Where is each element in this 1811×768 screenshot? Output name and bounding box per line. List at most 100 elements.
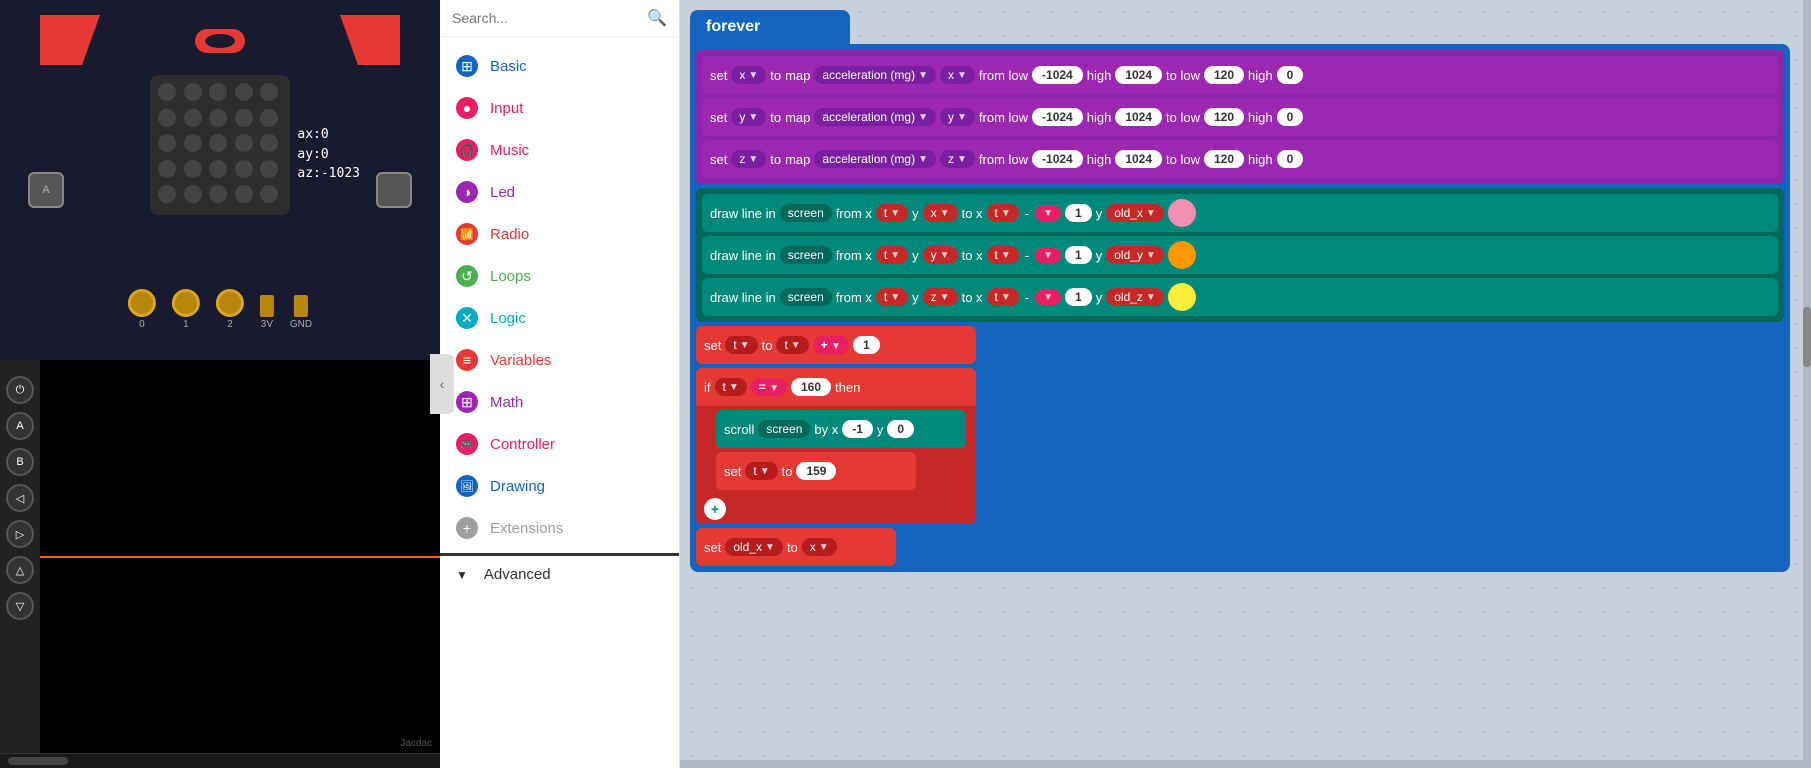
set-t-plus-block[interactable]: set t ▼ to t ▼ + ▼ 1 [696,326,976,364]
set-old-x-block[interactable]: set old_x ▼ to x ▼ [696,528,896,566]
set-t-159-block[interactable]: set t ▼ to 159 [716,452,916,490]
set-z-block[interactable]: set z ▼ to map acceleration (mg) ▼ z ▼ f… [702,140,1778,178]
t-var-2[interactable]: t ▼ [987,204,1019,222]
var-y-dropdown[interactable]: y ▼ [731,108,766,126]
draw-line-x-block[interactable]: draw line in screen from x t ▼ y x ▼ to … [702,194,1778,232]
axis-x-dropdown[interactable]: x ▼ [940,66,975,84]
var-z-dropdown[interactable]: z ▼ [731,150,766,168]
x-val-dropdown[interactable]: x ▼ [802,538,837,556]
sidebar-item-input[interactable]: ● Input [440,87,679,129]
sidebar-item-variables[interactable]: ≡ Variables [440,339,679,381]
accel-x-dropdown[interactable]: acceleration (mg) ▼ [814,66,936,84]
z-var-from[interactable]: z ▼ [923,288,958,306]
t-var-5[interactable]: t ▼ [876,288,908,306]
sidebar-item-led[interactable]: ◑ Led [440,171,679,213]
screen-dropdown-2[interactable]: screen [780,246,832,264]
microbit-button-a[interactable]: A [28,172,64,208]
color-picker-y[interactable] [1168,241,1196,269]
sidebar-item-radio[interactable]: 📶 Radio [440,213,679,255]
btn-left[interactable]: ◁ [6,484,34,512]
sidebar-item-extensions[interactable]: + Extensions [440,507,679,549]
scroll-block[interactable]: scroll screen by x -1 y 0 [716,410,966,448]
val-159[interactable]: 159 [796,462,836,480]
old-x-var[interactable]: old_x ▼ [1106,204,1164,222]
horizontal-scrollbar[interactable] [680,760,1803,768]
val-1-x[interactable]: 1 [1065,204,1092,222]
from-low-y[interactable]: -1024 [1032,108,1083,126]
t-var-1[interactable]: t ▼ [876,204,908,222]
btn-up[interactable]: △ [6,556,34,584]
btn-right[interactable]: ▷ [6,520,34,548]
plus-operator[interactable]: + ▼ [813,336,849,354]
btn-down[interactable]: ▽ [6,592,34,620]
sidebar-item-logic[interactable]: ✕ Logic [440,297,679,339]
axis-y-dropdown[interactable]: y ▼ [940,108,975,126]
draw-line-z-block[interactable]: draw line in screen from x t ▼ y z ▼ to … [702,278,1778,316]
from-low-z[interactable]: -1024 [1032,150,1083,168]
sidebar-item-advanced[interactable]: ▼ Advanced [440,556,679,593]
high-z[interactable]: 1024 [1115,150,1162,168]
set-x-block[interactable]: set x ▼ to map acceleration (mg) ▼ x ▼ f… [702,56,1778,94]
color-picker-z[interactable] [1168,283,1196,311]
to-high-x[interactable]: 0 [1277,66,1304,84]
sidebar-item-music[interactable]: 🎧 Music [440,129,679,171]
sidebar-item-drawing[interactable]: 🖼 Drawing [440,465,679,507]
sidebar-item-math[interactable]: ⊞ Math [440,381,679,423]
val-1-z[interactable]: 1 [1065,288,1092,306]
color-picker-x[interactable] [1168,199,1196,227]
if-val[interactable]: 160 [791,378,831,396]
increment-val[interactable]: 1 [853,336,880,354]
minus-dropdown-1[interactable]: ▼ [1035,206,1061,221]
screen-dropdown-1[interactable]: screen [780,204,832,222]
high-x[interactable]: 1024 [1115,66,1162,84]
if-t-var[interactable]: t ▼ [715,378,747,396]
scroll-thumb[interactable] [1803,307,1811,367]
high-y[interactable]: 1024 [1115,108,1162,126]
to-low-x[interactable]: 120 [1204,66,1244,84]
set-t-var[interactable]: t ▼ [725,336,757,354]
set-t-159-var[interactable]: t ▼ [745,462,777,480]
y-var-from[interactable]: y ▼ [923,246,958,264]
scroll-screen[interactable]: screen [758,420,810,438]
axis-z-dropdown[interactable]: z ▼ [940,150,975,168]
to-low-y[interactable]: 120 [1204,108,1244,126]
old-z-var[interactable]: old_z ▼ [1106,288,1164,306]
draw-line-y-block[interactable]: draw line in screen from x t ▼ y y ▼ to … [702,236,1778,274]
eq-operator[interactable]: = ▼ [751,378,787,396]
accel-z-dropdown[interactable]: acceleration (mg) ▼ [814,150,936,168]
scroll-x-val[interactable]: -1 [842,420,873,438]
search-input[interactable] [452,10,639,26]
btn-a[interactable]: A [6,412,34,440]
console-scroll-thumb[interactable] [8,757,68,765]
old-x-set-var[interactable]: old_x ▼ [725,538,783,556]
val-1-y[interactable]: 1 [1065,246,1092,264]
vertical-scrollbar[interactable] [1803,0,1811,768]
to-high-z[interactable]: 0 [1277,150,1304,168]
t-var-3[interactable]: t ▼ [876,246,908,264]
sidebar-item-controller[interactable]: 🎮 Controller [440,423,679,465]
old-y-var[interactable]: old_y ▼ [1106,246,1164,264]
minus-dropdown-3[interactable]: ▼ [1035,290,1061,305]
x-var-from[interactable]: x ▼ [923,204,958,222]
set-y-block[interactable]: set y ▼ to map acceleration (mg) ▼ y ▼ f… [702,98,1778,136]
minus-dropdown-2[interactable]: ▼ [1035,248,1061,263]
sidebar-item-basic[interactable]: ⊞ Basic [440,45,679,87]
screen-dropdown-3[interactable]: screen [780,288,832,306]
sidebar-item-loops[interactable]: ↺ Loops [440,255,679,297]
t-var-4[interactable]: t ▼ [987,246,1019,264]
btn-b[interactable]: B [6,448,34,476]
t-val-dropdown[interactable]: t ▼ [776,336,808,354]
if-block[interactable]: if t ▼ = ▼ 160 then [696,368,976,406]
console-scrollbar[interactable] [0,753,440,768]
to-low-z[interactable]: 120 [1204,150,1244,168]
t-var-6[interactable]: t ▼ [987,288,1019,306]
accel-y-dropdown[interactable]: acceleration (mg) ▼ [814,108,936,126]
var-x-dropdown[interactable]: x ▼ [731,66,766,84]
from-low-x[interactable]: -1024 [1032,66,1083,84]
collapse-panel-button[interactable]: ‹ [430,354,454,414]
add-branch-button[interactable]: + [704,498,726,520]
scroll-y-val[interactable]: 0 [887,420,914,438]
to-high-y[interactable]: 0 [1277,108,1304,126]
microbit-button-b[interactable] [376,172,412,208]
power-btn[interactable]: ⏻ [6,376,34,404]
